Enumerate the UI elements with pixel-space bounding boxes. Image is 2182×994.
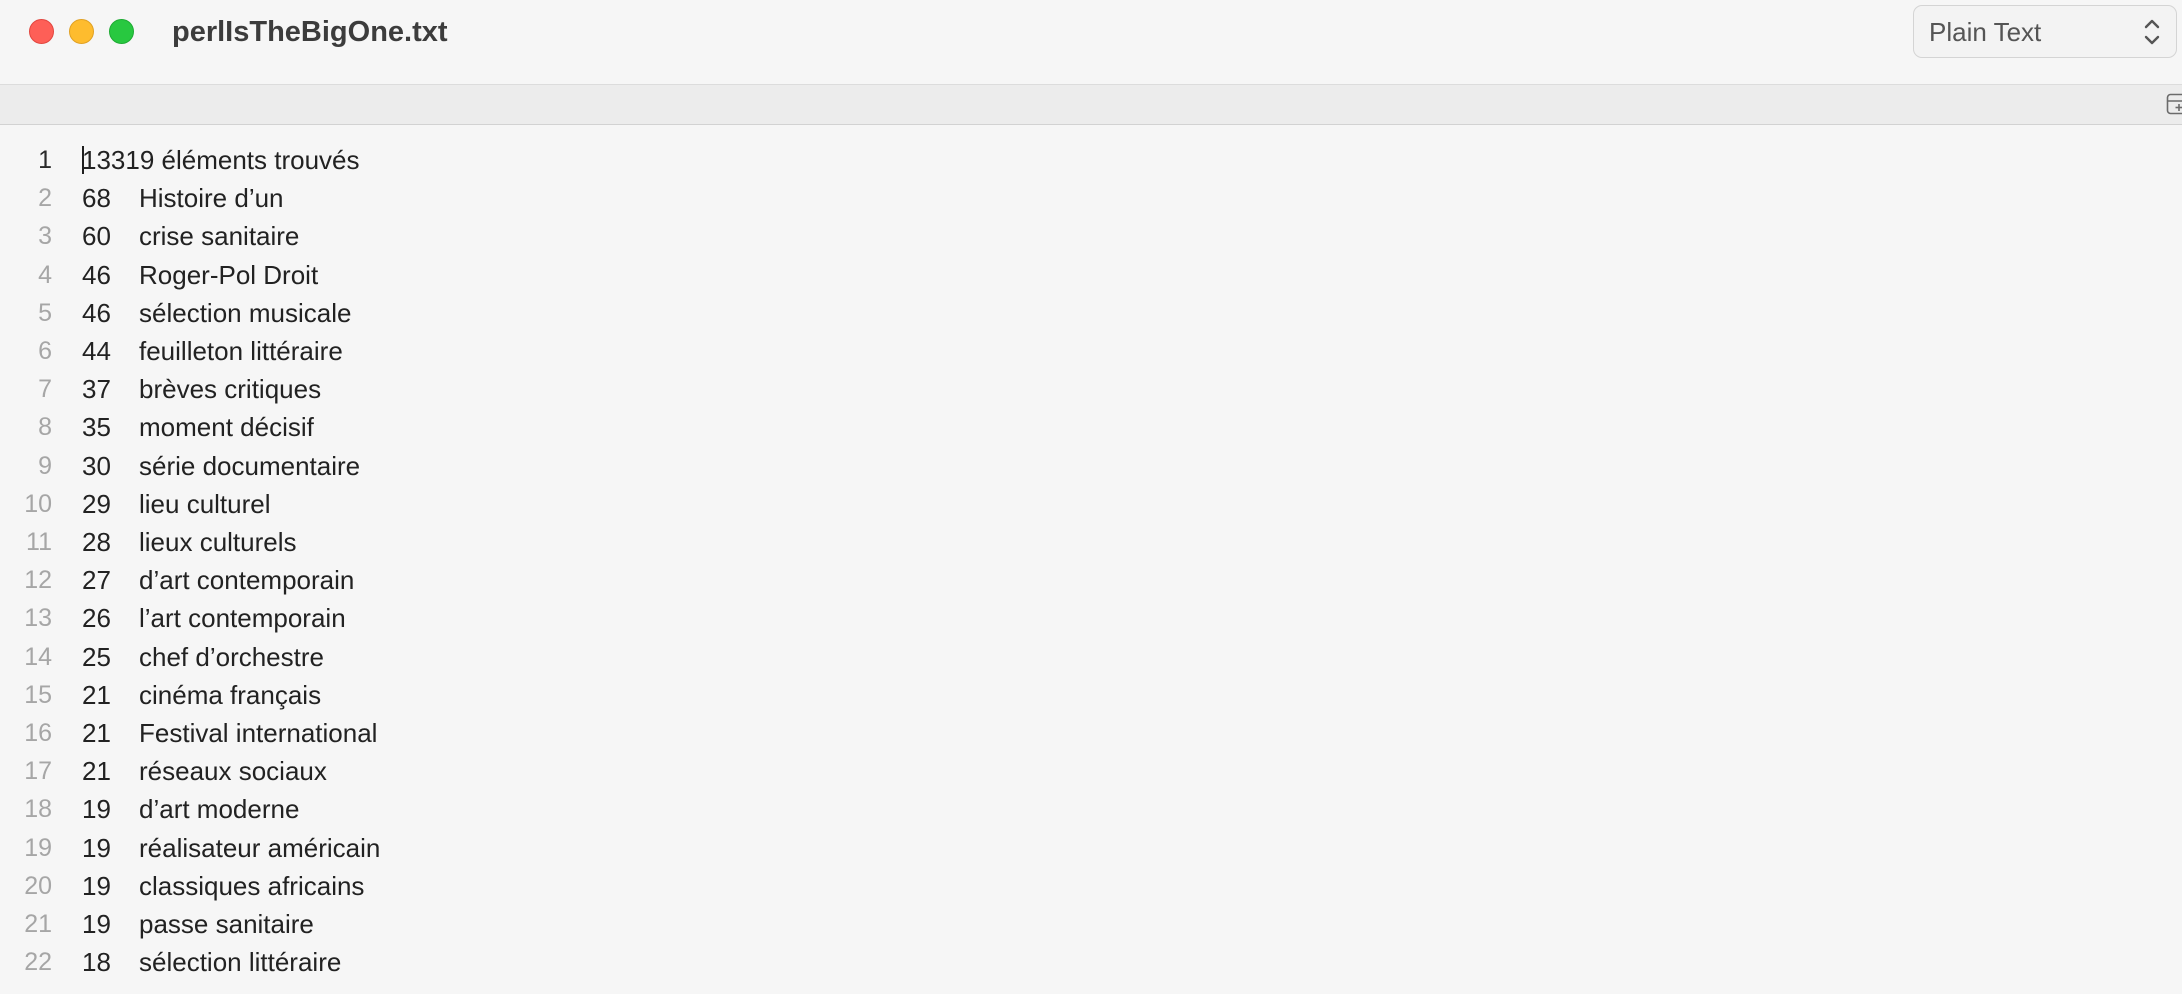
line-number: 8	[38, 413, 52, 441]
term-count: 18	[82, 947, 111, 977]
term-count: 44	[82, 336, 111, 366]
term-count: 68	[82, 183, 111, 213]
editor-line: 7 37 brèves critiques	[0, 370, 2182, 408]
term-count: 27	[82, 565, 111, 595]
editor-line: 2 68 Histoire d’un	[0, 179, 2182, 217]
editor-line: 18 19 d’art moderne	[0, 790, 2182, 828]
zoom-button[interactable]	[109, 19, 134, 44]
line-number: 11	[26, 528, 52, 556]
term-count: 21	[82, 756, 111, 786]
editor-line: 1 13319 éléments trouvés	[0, 141, 2182, 179]
editor-line: 5 46 sélection musicale	[0, 294, 2182, 332]
close-button[interactable]	[29, 19, 54, 44]
line-number: 12	[24, 566, 52, 594]
navigation-bar	[0, 85, 2182, 125]
term-text: classiques africains	[139, 871, 365, 901]
term-text: réalisateur américain	[139, 833, 381, 863]
term-count: 26	[82, 603, 111, 633]
term-text: Festival international	[139, 718, 378, 748]
editor-line: 13 26 l’art contemporain	[0, 599, 2182, 637]
line-number: 7	[38, 375, 52, 403]
term-count: 19	[82, 833, 111, 863]
line-number: 15	[24, 681, 52, 709]
term-text: lieux culturels	[139, 527, 297, 557]
term-count: 46	[82, 260, 111, 290]
editor-text-area[interactable]: 1 13319 éléments trouvés 2 68 Histoire d’u…	[0, 125, 2182, 994]
line-number: 20	[24, 872, 52, 900]
line-number: 16	[24, 719, 52, 747]
chevron-up-down-icon	[2144, 19, 2160, 45]
editor-line: 6 44 feuilleton littéraire	[0, 332, 2182, 370]
line-number: 10	[24, 490, 52, 518]
term-count: 30	[82, 451, 111, 481]
term-text: feuilleton littéraire	[139, 336, 343, 366]
syntax-mode-label: Plain Text	[1929, 17, 2042, 47]
line-number: 3	[38, 222, 52, 250]
add-panel-icon[interactable]	[2166, 93, 2182, 115]
term-text: Roger-Pol Droit	[139, 260, 319, 290]
editor-line: 14 25 chef d’orchestre	[0, 638, 2182, 676]
editor-line: 3 60 crise sanitaire	[0, 217, 2182, 255]
syntax-mode-select[interactable]: Plain Text	[1913, 5, 2177, 58]
editor-line: 21 19 passe sanitaire	[0, 905, 2182, 943]
term-count: 21	[82, 718, 111, 748]
line-number: 21	[24, 910, 52, 938]
term-count: 19	[82, 871, 111, 901]
line-number: 2	[38, 184, 52, 212]
editor-line: 10 29 lieu culturel	[0, 485, 2182, 523]
line-number: 14	[24, 643, 52, 671]
editor-line: 16 21 Festival international	[0, 714, 2182, 752]
editor-line: 20 19 classiques africains	[0, 867, 2182, 905]
term-count: 37	[82, 374, 111, 404]
line-number: 18	[24, 795, 52, 823]
line-number: 22	[24, 948, 52, 976]
term-text: série documentaire	[139, 451, 361, 481]
minimize-button[interactable]	[69, 19, 94, 44]
editor-line: 8 35 moment décisif	[0, 408, 2182, 446]
term-count: 19	[82, 909, 111, 939]
line-number: 19	[24, 834, 52, 862]
editor-line: 12 27 d’art contemporain	[0, 561, 2182, 599]
term-count: 19	[82, 794, 111, 824]
term-text: sélection littéraire	[139, 947, 342, 977]
line-number: 17	[24, 757, 52, 785]
line-number: 4	[38, 261, 52, 289]
line-number: 1	[38, 146, 52, 174]
term-count: 29	[82, 489, 111, 519]
editor-line: 15 21 cinéma français	[0, 676, 2182, 714]
title-bar: perlIsTheBigOne.txt Plain Text	[0, 0, 2182, 85]
term-text: moment décisif	[139, 412, 314, 442]
term-text: l’art contemporain	[139, 603, 346, 633]
text-editor-window: perlIsTheBigOne.txt Plain Text 1 13319 é…	[0, 0, 2182, 994]
term-count: 46	[82, 298, 111, 328]
term-count: 28	[82, 527, 111, 557]
editor-line: 11 28 lieux culturels	[0, 523, 2182, 561]
term-text: passe sanitaire	[139, 909, 314, 939]
term-text: crise sanitaire	[139, 221, 300, 251]
line-number: 5	[38, 299, 52, 327]
term-text: lieu culturel	[139, 489, 271, 519]
editor-line: 4 46 Roger-Pol Droit	[0, 256, 2182, 294]
term-text: d’art moderne	[139, 794, 300, 824]
editor-line: 19 19 réalisateur américain	[0, 829, 2182, 867]
line-text: 13319 éléments trouvés	[82, 145, 360, 175]
term-text: sélection musicale	[139, 298, 352, 328]
term-text: d’art contemporain	[139, 565, 355, 595]
term-count: 25	[82, 642, 111, 672]
line-number: 6	[38, 337, 52, 365]
term-text: Histoire d’un	[139, 183, 284, 213]
window-title: perlIsTheBigOne.txt	[172, 16, 448, 48]
term-text: réseaux sociaux	[139, 756, 327, 786]
term-count: 35	[82, 412, 111, 442]
editor-line: 17 21 réseaux sociaux	[0, 752, 2182, 790]
term-text: brèves critiques	[139, 374, 322, 404]
editor-line: 22 18 sélection littéraire	[0, 943, 2182, 981]
editor-line: 9 30 série documentaire	[0, 447, 2182, 485]
line-number: 9	[38, 452, 52, 480]
term-text: chef d’orchestre	[139, 642, 324, 672]
term-text: cinéma français	[139, 680, 322, 710]
term-count: 21	[82, 680, 111, 710]
term-count: 60	[82, 221, 111, 251]
line-number: 13	[24, 604, 52, 632]
